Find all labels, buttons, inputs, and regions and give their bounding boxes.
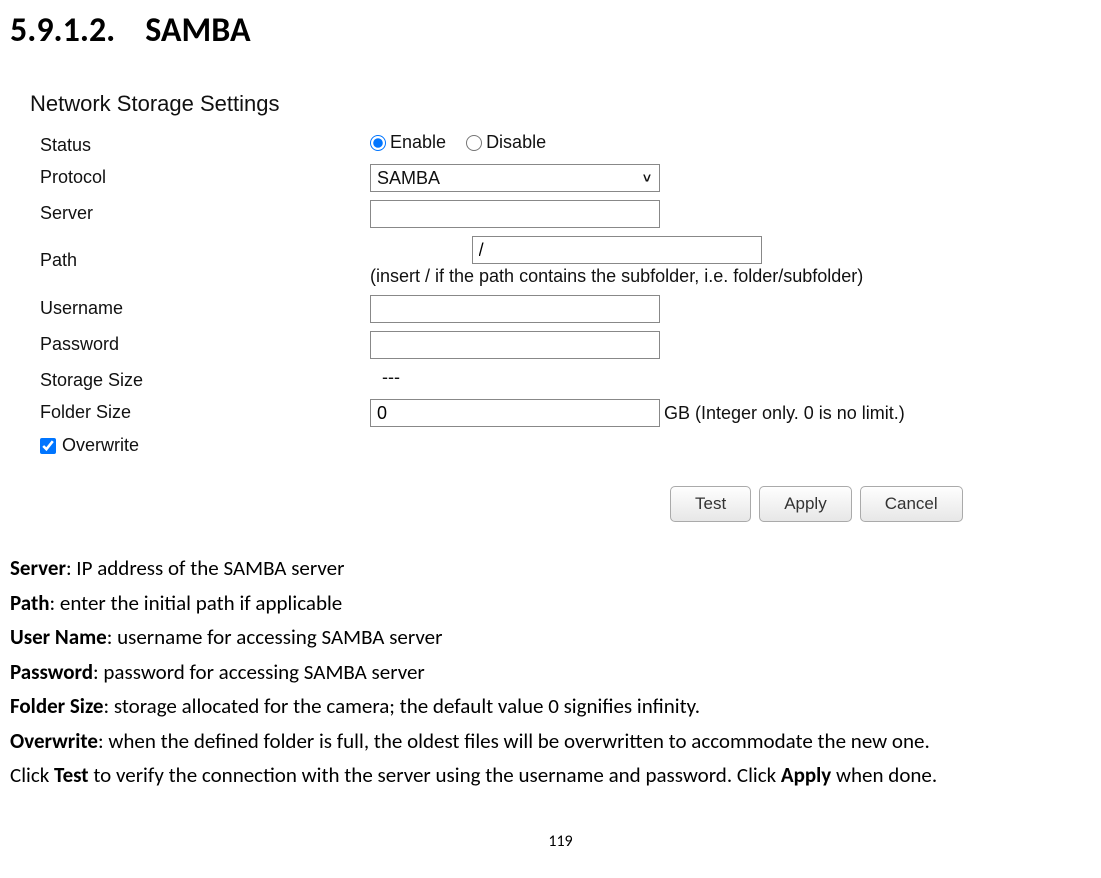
chevron-down-icon: ˅ <box>643 170 651 186</box>
status-label: Status <box>30 132 370 156</box>
protocol-select[interactable]: SAMBA ˅ <box>370 164 660 192</box>
username-input[interactable] <box>370 295 660 323</box>
desc-password-term: Password <box>10 659 93 685</box>
settings-panel: Network Storage Settings Status Enable D… <box>30 91 1101 522</box>
desc-overwrite-text: : when the defined folder is full, the o… <box>98 728 930 754</box>
server-input[interactable] <box>370 200 660 228</box>
status-disable-label: Disable <box>486 132 546 153</box>
desc-overwrite-term: Overwrite <box>10 728 98 754</box>
folder-size-hint: GB (Integer only. 0 is no limit.) <box>664 403 905 424</box>
path-row: Path (insert / if the path contains the … <box>30 236 1101 287</box>
overwrite-label: Overwrite <box>62 435 139 456</box>
panel-title: Network Storage Settings <box>30 91 1101 117</box>
desc-path-text: : enter the initial path if applicable <box>50 590 343 616</box>
button-row: Test Apply Cancel <box>670 486 1101 522</box>
desc-path-term: Path <box>10 590 50 616</box>
folder-size-row: Folder Size GB (Integer only. 0 is no li… <box>30 399 1101 427</box>
desc-click-pre: Click <box>10 762 54 788</box>
overwrite-row: Overwrite <box>30 435 1101 456</box>
password-label: Password <box>30 331 370 355</box>
desc-username-text: : username for accessing SAMBA server <box>107 624 443 650</box>
protocol-label: Protocol <box>30 164 370 188</box>
protocol-row: Protocol SAMBA ˅ <box>30 164 1101 192</box>
server-label: Server <box>30 200 370 224</box>
section-number: 5.9.1.2. <box>10 10 115 51</box>
overwrite-checkbox[interactable] <box>40 438 56 454</box>
desc-password-text: : password for accessing SAMBA server <box>93 659 425 685</box>
desc-server-text: : IP address of the SAMBA server <box>66 555 345 581</box>
password-row: Password <box>30 331 1101 359</box>
cancel-button[interactable]: Cancel <box>860 486 963 522</box>
page-number: 119 <box>10 832 1101 851</box>
storage-size-row: Storage Size --- <box>30 367 1101 391</box>
desc-test-bold: Test <box>54 762 89 788</box>
status-disable-radio[interactable] <box>466 135 482 151</box>
desc-foldersize-term: Folder Size <box>10 693 104 719</box>
desc-foldersize-text: : storage allocated for the camera; the … <box>104 693 701 719</box>
status-enable-option[interactable]: Enable <box>370 132 446 153</box>
username-row: Username <box>30 295 1101 323</box>
storage-size-label: Storage Size <box>30 367 370 391</box>
protocol-value: SAMBA <box>371 165 659 192</box>
path-hint: (insert / if the path contains the subfo… <box>370 266 863 287</box>
desc-apply-bold: Apply <box>781 762 831 788</box>
section-heading: 5.9.1.2. SAMBA <box>10 10 1101 51</box>
path-input[interactable] <box>472 236 762 264</box>
desc-click-end: when done. <box>831 762 937 788</box>
path-label: Path <box>30 236 370 271</box>
desc-username-term: User Name <box>10 624 107 650</box>
desc-click-mid: to verify the connection with the server… <box>89 762 781 788</box>
status-enable-label: Enable <box>390 132 446 153</box>
folder-size-input[interactable] <box>370 399 660 427</box>
username-label: Username <box>30 295 370 319</box>
status-row: Status Enable Disable <box>30 132 1101 156</box>
password-input[interactable] <box>370 331 660 359</box>
section-title: SAMBA <box>145 10 250 51</box>
apply-button[interactable]: Apply <box>759 486 852 522</box>
folder-size-label: Folder Size <box>30 399 370 423</box>
test-button[interactable]: Test <box>670 486 751 522</box>
status-enable-radio[interactable] <box>370 135 386 151</box>
storage-size-value: --- <box>370 367 400 388</box>
server-row: Server <box>30 200 1101 228</box>
field-descriptions: Server: IP address of the SAMBA server P… <box>10 552 1101 792</box>
status-disable-option[interactable]: Disable <box>466 132 546 153</box>
desc-server-term: Server <box>10 555 66 581</box>
